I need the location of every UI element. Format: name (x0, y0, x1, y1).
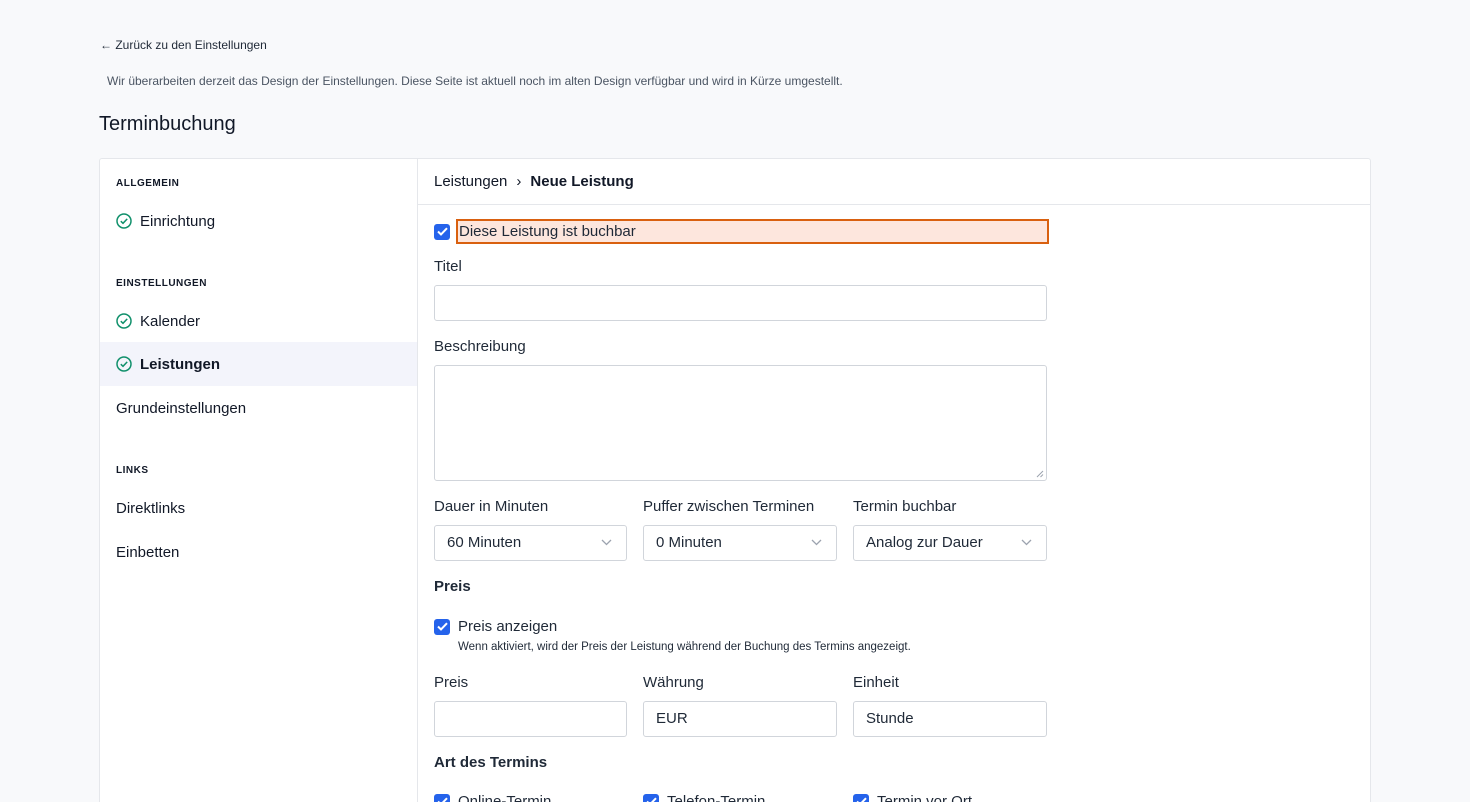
duration-select[interactable]: 60 Minuten (434, 525, 627, 561)
check-circle-icon (116, 356, 132, 372)
duration-select-value: 60 Minuten (447, 534, 522, 551)
settings-panel: ALLGEMEIN Einrichtung EINSTELLUNGEN Kale… (99, 158, 1371, 802)
description-textarea[interactable] (434, 365, 1047, 481)
bookable-checkbox[interactable] (434, 223, 450, 240)
check-circle-icon (116, 213, 132, 229)
type-online-label[interactable]: Online-Termin (458, 793, 551, 802)
type-onsite-row: Termin vor Ort (853, 793, 972, 802)
type-phone-checkbox[interactable] (643, 793, 659, 802)
duration-label: Dauer in Minuten (434, 498, 549, 515)
bookable-when-select-value: Analog zur Dauer (866, 534, 983, 551)
sidebar-item-einbetten[interactable]: Einbetten (100, 530, 417, 574)
sidebar-item-label: Einbetten (116, 543, 180, 561)
resize-grip-icon[interactable] (1035, 469, 1044, 478)
buffer-select[interactable]: 0 Minuten (643, 525, 837, 561)
show-price-row: Preis anzeigen (434, 618, 557, 635)
title-input[interactable] (434, 285, 1047, 321)
checkmark-icon (436, 622, 448, 631)
unit-input[interactable]: Stunde (853, 701, 1047, 737)
breadcrumb-current: Neue Leistung (530, 173, 634, 190)
checkmark-icon (436, 227, 448, 236)
show-price-label[interactable]: Preis anzeigen (458, 618, 557, 635)
currency-label: Währung (643, 674, 704, 691)
title-label: Titel (434, 258, 462, 275)
currency-input[interactable]: EUR (643, 701, 837, 737)
appointment-type-heading: Art des Termins (434, 754, 548, 771)
sidebar-item-leistungen[interactable]: Leistungen (100, 342, 417, 386)
sidebar-item-label: Direktlinks (116, 499, 186, 517)
breadcrumb-parent[interactable]: Leistungen (434, 173, 507, 190)
checkmark-icon (437, 797, 448, 802)
check-circle-icon (116, 313, 132, 329)
sidebar-item-label: Grundeinstellungen (116, 399, 247, 417)
chevron-down-icon (811, 539, 822, 546)
type-phone-row: Telefon-Termin (643, 793, 765, 802)
sidebar-item-label: Kalender (140, 312, 201, 330)
sidebar-item-label: Leistungen (140, 355, 221, 373)
breadcrumb: Leistungen › Neue Leistung (418, 159, 1370, 205)
price-section-heading: Preis (434, 578, 471, 595)
bookable-when-label: Termin buchbar (853, 498, 957, 515)
price-label: Preis (434, 674, 469, 691)
sidebar-section-einstellungen: EINSTELLUNGEN (116, 278, 207, 289)
checkmark-icon (646, 797, 657, 802)
bookable-when-select[interactable]: Analog zur Dauer (853, 525, 1047, 561)
type-online-row: Online-Termin (434, 793, 551, 802)
buffer-label: Puffer zwischen Terminen (643, 498, 815, 515)
type-onsite-checkbox[interactable] (853, 793, 869, 802)
buffer-select-value: 0 Minuten (656, 534, 722, 551)
sidebar-section-links: LINKS (116, 465, 149, 476)
sidebar-item-label: Einrichtung (140, 212, 216, 230)
redesign-notice: Wir überarbeiten derzeit das Design der … (107, 74, 843, 88)
sidebar-section-allgemein: ALLGEMEIN (116, 178, 180, 189)
price-input[interactable] (434, 701, 627, 737)
type-phone-label[interactable]: Telefon-Termin (667, 793, 765, 802)
chevron-down-icon (601, 539, 612, 546)
sidebar-item-grundeinstellungen[interactable]: Grundeinstellungen (100, 386, 417, 430)
chevron-down-icon (1021, 539, 1032, 546)
back-to-settings-link[interactable]: ← Zurück zu den Einstellungen (100, 38, 267, 52)
type-online-checkbox[interactable] (434, 793, 450, 802)
sidebar-item-direktlinks[interactable]: Direktlinks (100, 486, 417, 530)
bookable-label[interactable]: Diese Leistung ist buchbar (456, 219, 1049, 244)
main-content: Leistungen › Neue Leistung Diese Leistun… (418, 159, 1370, 802)
show-price-checkbox[interactable] (434, 618, 450, 635)
sidebar-item-kalender[interactable]: Kalender (100, 299, 417, 343)
checkmark-icon (856, 797, 867, 802)
page-title: Terminbuchung (99, 113, 236, 135)
bookable-row: Diese Leistung ist buchbar (434, 219, 1049, 244)
sidebar-item-einrichtung[interactable]: Einrichtung (100, 199, 417, 243)
unit-label: Einheit (853, 674, 899, 691)
sidebar: ALLGEMEIN Einrichtung EINSTELLUNGEN Kale… (100, 159, 418, 802)
description-label: Beschreibung (434, 338, 526, 355)
type-onsite-label[interactable]: Termin vor Ort (877, 793, 972, 802)
breadcrumb-separator: › (516, 173, 522, 190)
show-price-hint: Wenn aktiviert, wird der Preis der Leist… (458, 641, 911, 653)
